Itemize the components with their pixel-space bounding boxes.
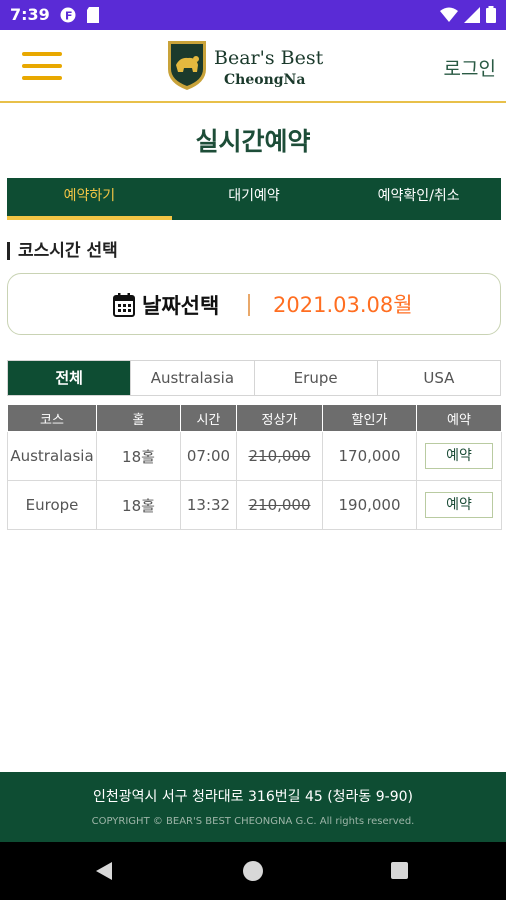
reserve-button[interactable]: 예약	[425, 443, 493, 469]
cell-regular-price: 210,000	[236, 480, 323, 530]
cell-regular-price: 210,000	[236, 431, 323, 481]
bear-crest-icon	[168, 41, 206, 90]
cell-reserve: 예약	[416, 480, 502, 530]
col-course: 코스	[7, 404, 97, 432]
tab-reserve[interactable]: 예약하기	[7, 178, 172, 220]
main-tabs: 예약하기 대기예약 예약확인/취소	[7, 178, 501, 220]
back-icon[interactable]	[96, 862, 112, 880]
menu-icon[interactable]	[22, 52, 62, 82]
tab-waitlist[interactable]: 대기예약	[172, 178, 337, 220]
calendar-icon	[113, 293, 135, 321]
logo-title: Bear's Best	[214, 47, 324, 69]
cell-discount-price: 190,000	[322, 480, 417, 530]
table-header-row: 코스 홀 시간 정상가 할인가 예약	[7, 404, 502, 432]
col-reserve: 예약	[416, 404, 502, 432]
date-divider	[248, 294, 250, 316]
reserve-button[interactable]: 예약	[425, 492, 493, 518]
battery-icon	[486, 6, 496, 27]
course-tabs: 전체 Australasia Erupe USA	[7, 360, 501, 396]
svg-text:F: F	[65, 10, 73, 23]
footer-address: 인천광역시 서구 청라대로 316번길 45 (청라동 9-90)	[92, 789, 413, 805]
cell-hole: 18홀	[96, 480, 181, 530]
table-row: Europe 18홀 13:32 210,000 190,000 예약	[7, 480, 502, 530]
notification-f-icon: F	[60, 7, 76, 27]
course-tab-europe[interactable]: Erupe	[253, 361, 377, 395]
selected-date: 2021.03.08월	[273, 293, 413, 317]
cell-time: 07:00	[180, 431, 237, 481]
signal-icon	[464, 6, 480, 27]
footer-copyright: COPYRIGHT © BEAR'S BEST CHEONGNA G.C. Al…	[91, 816, 415, 827]
status-time: 7:39	[10, 5, 50, 24]
date-picker[interactable]: 날짜선택 2021.03.08월	[7, 273, 501, 335]
col-hole: 홀	[96, 404, 181, 432]
col-discount-price: 할인가	[322, 404, 417, 432]
system-nav-bar	[0, 842, 506, 900]
course-tab-australasia[interactable]: Australasia	[130, 361, 254, 395]
course-tab-usa[interactable]: USA	[376, 361, 500, 395]
section-title: 코스시간 선택	[7, 242, 118, 260]
logo[interactable]: Bear's Best CheongNa	[166, 39, 326, 93]
col-time: 시간	[180, 404, 237, 432]
tee-time-table: 코스 홀 시간 정상가 할인가 예약 Australasia 18홀 07:00…	[7, 404, 502, 530]
recent-apps-icon[interactable]	[391, 862, 408, 879]
cell-time: 13:32	[180, 480, 237, 530]
sd-card-icon	[86, 7, 100, 27]
tab-confirm-cancel[interactable]: 예약확인/취소	[336, 178, 501, 220]
cell-reserve: 예약	[416, 431, 502, 481]
course-tab-all[interactable]: 전체	[8, 361, 131, 395]
cell-discount-price: 170,000	[322, 431, 417, 481]
home-icon[interactable]	[243, 861, 263, 881]
cell-hole: 18홀	[96, 431, 181, 481]
col-regular-price: 정상가	[236, 404, 323, 432]
table-row: Australasia 18홀 07:00 210,000 170,000 예약	[7, 431, 502, 481]
cell-course: Europe	[7, 480, 97, 530]
app-header: Bear's Best CheongNa 로그인	[0, 30, 506, 103]
page-title: 실시간예약	[195, 127, 311, 156]
date-label: 날짜선택	[142, 294, 220, 318]
wifi-icon	[440, 7, 458, 27]
logo-subtitle: CheongNa	[224, 72, 306, 88]
footer: 인천광역시 서구 청라대로 316번길 45 (청라동 9-90) COPYRI…	[0, 772, 506, 842]
status-bar: 7:39 F	[0, 0, 506, 30]
cell-course: Australasia	[7, 431, 97, 481]
login-link[interactable]: 로그인	[444, 54, 496, 81]
